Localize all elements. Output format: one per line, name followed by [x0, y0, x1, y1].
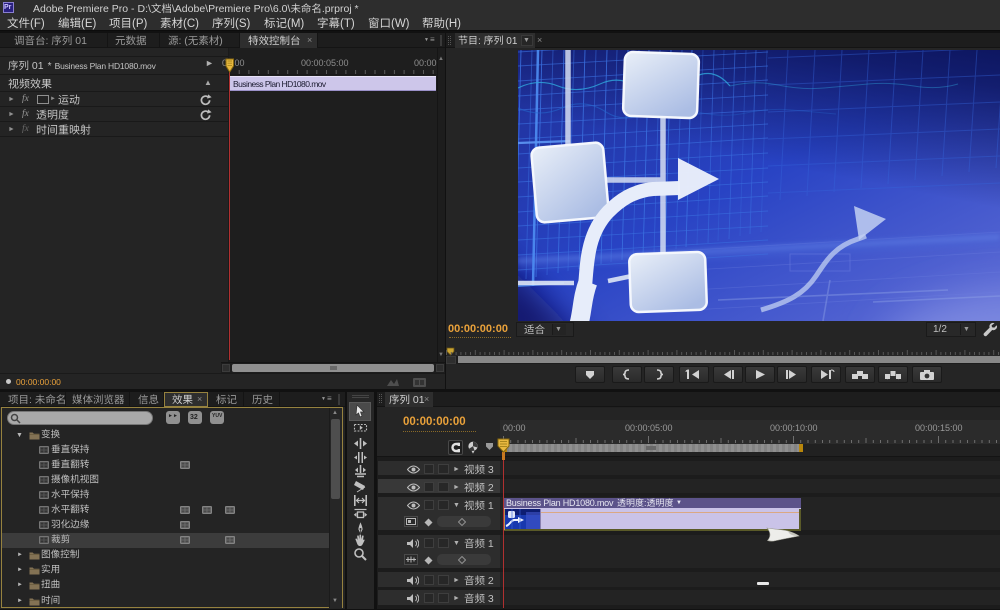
svg-text:Pro\6.0\: Pro\6.0\	[254, 3, 291, 15]
svg-text:(S): (S)	[235, 18, 251, 30]
svg-text:(H): (H)	[445, 18, 461, 30]
svg-text:(M): (M)	[287, 18, 304, 30]
svg-text:01: 01	[506, 36, 518, 47]
svg-text:(E): (E)	[81, 18, 97, 30]
svg-text:3: 3	[488, 593, 494, 605]
svg-text:.prproj: .prproj	[322, 3, 352, 15]
svg-text:-: -	[131, 3, 135, 15]
svg-text:01: 01	[75, 35, 87, 47]
svg-text:01: 01	[413, 394, 425, 406]
svg-text:(C): (C)	[183, 18, 199, 30]
svg-text:(P): (P)	[132, 18, 148, 30]
svg-text:3: 3	[488, 464, 494, 476]
svg-text:): )	[219, 35, 223, 47]
svg-text:Adobe: Adobe	[33, 3, 64, 15]
svg-text:D:\: D:\	[138, 3, 152, 15]
svg-text:(F): (F)	[30, 18, 45, 30]
svg-text:(W): (W)	[391, 18, 410, 30]
svg-text:(: (	[184, 35, 188, 47]
svg-text::: :	[29, 394, 32, 406]
svg-text::: :	[644, 498, 647, 508]
svg-text:Pro: Pro	[112, 3, 129, 15]
svg-text:2: 2	[488, 575, 494, 587]
svg-text:1: 1	[488, 538, 494, 550]
svg-text::: :	[179, 35, 182, 47]
svg-text:\Adobe\Premiere: \Adobe\Premiere	[172, 3, 251, 15]
svg-text:01: 01	[32, 60, 44, 72]
svg-text::: :	[46, 35, 49, 47]
svg-text:1: 1	[488, 500, 494, 512]
svg-text:*: *	[355, 3, 359, 15]
svg-text:(T): (T)	[340, 18, 355, 30]
svg-text:2: 2	[488, 482, 494, 494]
svg-text::: :	[478, 36, 481, 47]
svg-text:Premiere: Premiere	[66, 3, 109, 15]
